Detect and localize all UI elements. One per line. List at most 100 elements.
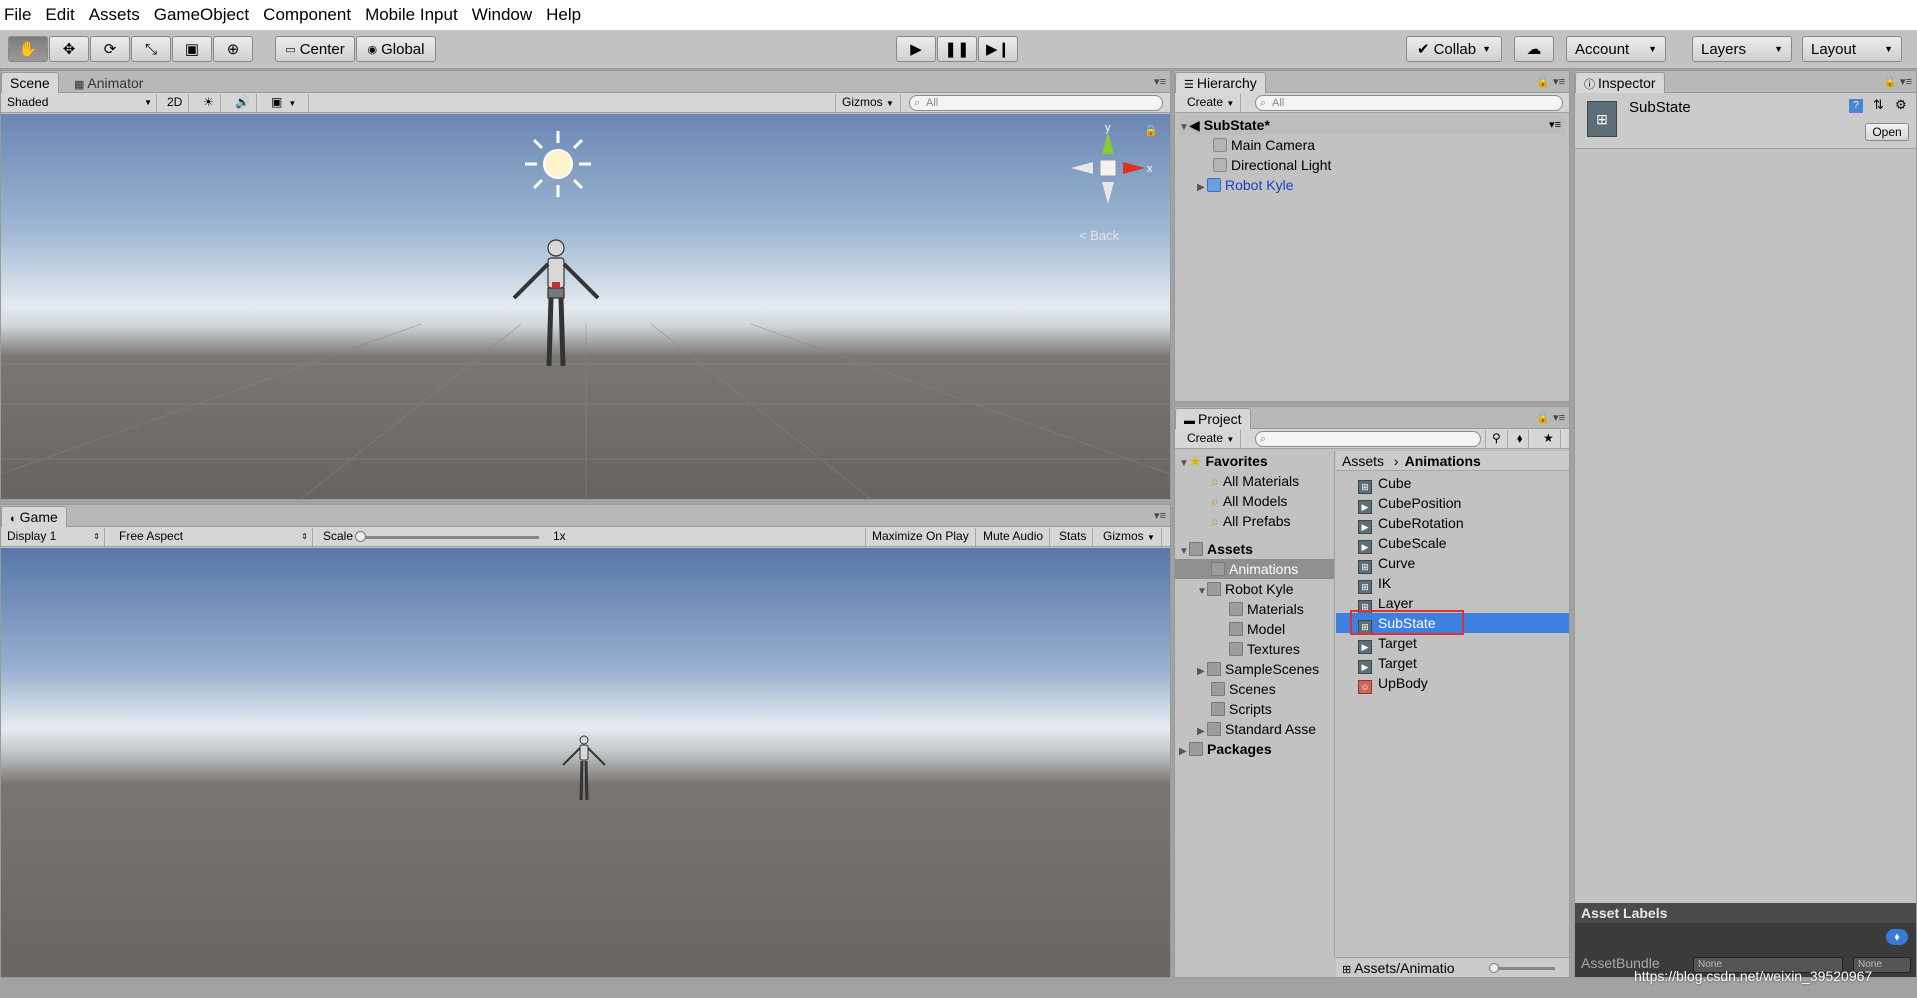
- menu-component[interactable]: Component: [263, 5, 351, 25]
- gear-icon[interactable]: ⚙: [1895, 97, 1907, 113]
- file-item[interactable]: ▶ Target: [1358, 653, 1417, 674]
- tab-scene[interactable]: Scene: [1, 72, 59, 93]
- menu-help[interactable]: Help: [546, 5, 581, 25]
- stats-toggle[interactable]: Stats: [1053, 528, 1094, 546]
- scale-tool-button[interactable]: ⤡: [131, 36, 171, 62]
- menu-gameobject[interactable]: GameObject: [154, 5, 249, 25]
- effects-dropdown[interactable]: ▣ ▼: [265, 94, 309, 112]
- pause-button[interactable]: ❚❚: [937, 36, 977, 62]
- preset-icon[interactable]: ⇅: [1873, 97, 1884, 113]
- menu-edit[interactable]: Edit: [45, 5, 74, 25]
- tab-inspector[interactable]: ⓘ Inspector: [1575, 72, 1665, 93]
- view-orientation-label[interactable]: < Back: [1079, 228, 1119, 243]
- tab-project[interactable]: ▬ Project: [1175, 408, 1251, 429]
- tag-icon[interactable]: ⬧: [1886, 929, 1908, 945]
- game-viewport[interactable]: [1, 548, 1170, 977]
- audio-toggle[interactable]: 🔊: [229, 94, 257, 112]
- expand-arrow-icon[interactable]: ▼: [1197, 582, 1207, 602]
- orientation-gizmo[interactable]: y x: [1063, 122, 1153, 222]
- breadcrumb-root[interactable]: Assets: [1342, 453, 1384, 469]
- space-button[interactable]: ◉ Global: [356, 36, 436, 62]
- open-button[interactable]: Open: [1865, 123, 1909, 141]
- folder-robot-kyle[interactable]: ▼ Robot Kyle: [1197, 579, 1293, 599]
- menu-window[interactable]: Window: [472, 5, 532, 25]
- tab-hierarchy[interactable]: ☰ Hierarchy: [1175, 72, 1266, 93]
- row-menu-icon[interactable]: ▾≡: [1549, 115, 1561, 135]
- shading-dropdown[interactable]: Shaded ▼: [1, 94, 157, 112]
- robot-kyle-model[interactable]: [506, 236, 606, 376]
- pivot-button[interactable]: ▭ Center: [275, 36, 355, 62]
- hierarchy-item-directional-light[interactable]: Directional Light: [1213, 155, 1331, 175]
- collab-button[interactable]: ✔ Collab ▼: [1406, 36, 1502, 62]
- folder-scripts[interactable]: Scripts: [1211, 699, 1272, 719]
- transform-tool-button[interactable]: ⊕: [213, 36, 253, 62]
- scene-gizmos-dropdown[interactable]: Gizmos ▼: [835, 94, 901, 112]
- expand-arrow-icon[interactable]: ▶: [1197, 662, 1207, 682]
- mute-audio-toggle[interactable]: Mute Audio: [977, 528, 1051, 546]
- filter-by-label-button[interactable]: ⬧: [1511, 430, 1530, 448]
- hierarchy-item-main-camera[interactable]: Main Camera: [1213, 135, 1315, 155]
- hierarchy-item-robot-kyle[interactable]: ▶ Robot Kyle: [1197, 175, 1293, 195]
- menu-file[interactable]: File: [4, 5, 31, 25]
- expand-arrow-icon[interactable]: ▶: [1197, 178, 1207, 198]
- expand-arrow-icon[interactable]: ▶: [1179, 742, 1189, 762]
- scene-root-row[interactable]: ▼◀ SubState* ▾≡: [1179, 115, 1565, 135]
- icon-size-slider[interactable]: [1489, 963, 1555, 973]
- assets-root[interactable]: ▼ Assets: [1179, 539, 1253, 559]
- icon-size-slider-thumb[interactable]: [1489, 963, 1499, 973]
- file-item[interactable]: ▶ CubeRotation: [1358, 513, 1464, 534]
- panel-menu-icon[interactable]: 🔒 ▾≡: [1883, 75, 1912, 88]
- favorites-root[interactable]: ▼★ Favorites: [1179, 451, 1268, 471]
- project-create-button[interactable]: Create ▼: [1181, 430, 1242, 448]
- hierarchy-create-button[interactable]: Create ▼: [1181, 94, 1242, 112]
- menu-mobile-input[interactable]: Mobile Input: [365, 5, 458, 25]
- favorite-all-prefabs[interactable]: ⌕ All Prefabs: [1211, 511, 1291, 531]
- rect-tool-button[interactable]: ▣: [172, 36, 212, 62]
- scale-slider-thumb[interactable]: [355, 531, 366, 542]
- layers-dropdown[interactable]: Layers ▼: [1692, 36, 1792, 62]
- cloud-button[interactable]: ☁: [1514, 36, 1554, 62]
- account-dropdown[interactable]: Account ▼: [1566, 36, 1666, 62]
- help-icon[interactable]: ?: [1849, 99, 1863, 113]
- filter-by-type-button[interactable]: ⚲: [1485, 430, 1508, 448]
- scene-viewport[interactable]: y x < Back 🔒: [1, 114, 1170, 499]
- file-item[interactable]: ⊞ Cube: [1358, 473, 1411, 494]
- folder-standard-assets[interactable]: ▶ Standard Asse: [1197, 719, 1316, 739]
- panel-menu-icon[interactable]: 🔒 ▾≡: [1536, 411, 1565, 424]
- panel-menu-icon[interactable]: ▾≡: [1154, 509, 1166, 522]
- project-search-input[interactable]: ⌕: [1255, 431, 1481, 447]
- file-item[interactable]: ▶ CubeScale: [1358, 533, 1447, 554]
- move-tool-button[interactable]: ✥: [49, 36, 89, 62]
- folder-scenes[interactable]: Scenes: [1211, 679, 1276, 699]
- packages-root[interactable]: ▶ Packages: [1179, 739, 1272, 759]
- folder-samplescenes[interactable]: ▶ SampleScenes: [1197, 659, 1319, 679]
- hierarchy-search-input[interactable]: ⌕ All: [1255, 95, 1563, 111]
- panel-menu-icon[interactable]: 🔒 ▾≡: [1536, 75, 1565, 88]
- layout-dropdown[interactable]: Layout ▼: [1802, 36, 1902, 62]
- maximize-on-play-toggle[interactable]: Maximize On Play: [865, 528, 976, 546]
- folder-materials[interactable]: Materials: [1229, 599, 1304, 619]
- scale-slider[interactable]: [355, 531, 539, 542]
- file-item[interactable]: ⊞ IK: [1358, 573, 1391, 594]
- expand-arrow-icon[interactable]: ▼: [1179, 118, 1189, 138]
- sun-icon[interactable]: [523, 129, 593, 199]
- hand-tool-button[interactable]: ✋: [8, 36, 48, 62]
- panel-menu-icon[interactable]: ▾≡: [1154, 75, 1166, 88]
- display-dropdown[interactable]: Display 1 ⇕: [1, 528, 105, 546]
- folder-animations[interactable]: Animations: [1175, 559, 1334, 579]
- file-item[interactable]: ☺ UpBody: [1358, 673, 1428, 694]
- lighting-toggle[interactable]: ☀: [197, 94, 221, 112]
- file-item[interactable]: ▶ Target: [1358, 633, 1417, 654]
- play-button[interactable]: ▶: [896, 36, 936, 62]
- aspect-dropdown[interactable]: Free Aspect ⇕: [113, 528, 313, 546]
- favorite-all-models[interactable]: ⌕ All Models: [1211, 491, 1287, 511]
- step-button[interactable]: ▶❙: [978, 36, 1018, 62]
- 2d-toggle[interactable]: 2D: [161, 94, 190, 112]
- favorite-all-materials[interactable]: ⌕ All Materials: [1211, 471, 1299, 491]
- rotate-tool-button[interactable]: ⟳: [90, 36, 130, 62]
- menu-assets[interactable]: Assets: [89, 5, 140, 25]
- favorite-search-button[interactable]: ★: [1537, 430, 1561, 448]
- scene-search-input[interactable]: ⌕ All: [909, 95, 1163, 111]
- file-item[interactable]: ▶ CubePosition: [1358, 493, 1461, 514]
- breadcrumb-current[interactable]: Animations: [1405, 453, 1481, 469]
